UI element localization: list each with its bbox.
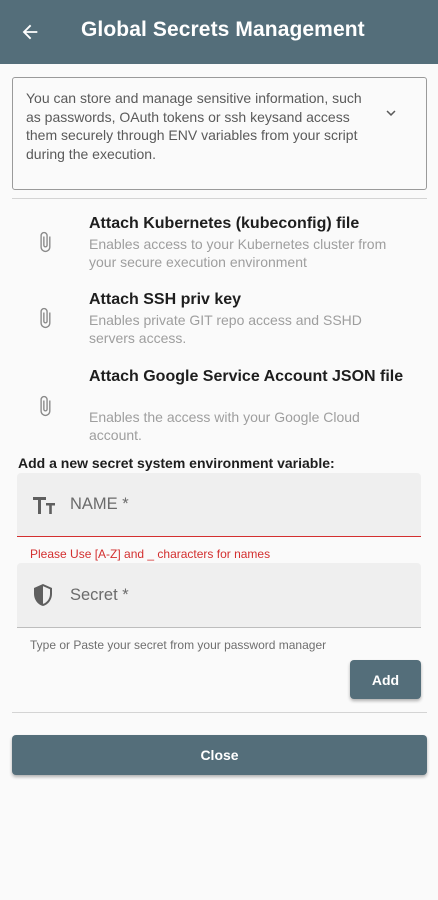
attach-title: Attach SSH priv key — [89, 291, 242, 308]
attach-ssh-key-option[interactable]: Attach SSH priv key Enables private GIT … — [28, 290, 418, 348]
paperclip-icon — [40, 231, 51, 253]
shield-icon — [34, 584, 52, 606]
attach-kubernetes-option[interactable]: Attach Kubernetes (kubeconfig) file Enab… — [28, 214, 418, 272]
paperclip-icon — [40, 307, 51, 329]
divider — [12, 712, 427, 713]
new-secret-section-label: Add a new secret system environment vari… — [18, 455, 335, 471]
name-error-text: Please Use [A-Z] and _ characters for na… — [30, 547, 271, 561]
attach-google-service-account-option[interactable]: Attach Google Service Account JSON file … — [28, 367, 418, 445]
arrow-left-icon — [22, 24, 38, 40]
add-button[interactable]: Add — [350, 660, 421, 699]
attach-description: Enables private GIT repo access and SSHD… — [89, 312, 362, 346]
attach-title: Attach Kubernetes (kubeconfig) file — [89, 215, 360, 232]
text-format-icon — [33, 497, 55, 514]
info-expandable-panel[interactable]: You can store and manage sensitive infor… — [12, 77, 427, 190]
app-bar: Global Secrets Management — [0, 0, 438, 64]
back-button[interactable] — [14, 16, 46, 48]
secret-helper-text: Type or Paste your secret from your pass… — [30, 638, 327, 652]
chevron-down-icon — [386, 110, 396, 116]
name-field[interactable] — [17, 473, 421, 537]
attach-description: Enables the access with your Google Clou… — [89, 409, 360, 443]
attach-title: Attach Google Service Account JSON file — [89, 368, 404, 385]
secret-input[interactable] — [70, 563, 400, 627]
paperclip-icon — [40, 395, 51, 417]
attach-description: Enables access to your Kubernetes cluste… — [89, 236, 387, 270]
divider — [12, 198, 427, 199]
secret-field[interactable] — [17, 563, 421, 628]
name-input[interactable] — [70, 473, 400, 536]
page-title: Global Secrets Management — [81, 18, 365, 41]
info-text: You can store and manage sensitive infor… — [26, 90, 362, 162]
close-button[interactable]: Close — [12, 735, 427, 775]
